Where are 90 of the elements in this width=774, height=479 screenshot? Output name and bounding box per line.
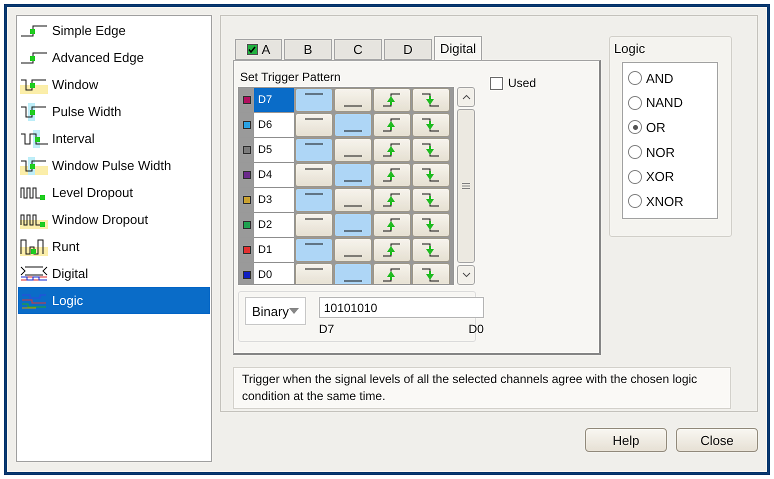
trigger-type-item[interactable]: Pulse Width [18, 98, 210, 125]
falling-edge-button[interactable] [412, 263, 450, 284]
channel-tab[interactable]: Digital [434, 36, 482, 60]
channel-name-cell[interactable]: D1 [254, 238, 294, 262]
logic-radio-option[interactable]: OR [628, 115, 717, 140]
falling-edge-icon [420, 217, 442, 233]
msb-label: D7 [318, 322, 334, 336]
channel-name-cell[interactable]: D4 [254, 163, 294, 187]
rising-edge-icon [381, 167, 403, 183]
chevron-up-icon [462, 94, 470, 100]
logic-radio-option[interactable]: NAND [628, 90, 717, 116]
falling-edge-icon [420, 192, 442, 208]
trigger-type-item[interactable]: Simple Edge [18, 17, 210, 44]
scroll-up-button[interactable] [457, 87, 475, 107]
falling-edge-icon [420, 142, 442, 158]
trigger-type-item[interactable]: Interval [18, 125, 210, 152]
channel-tab[interactable]: C [334, 39, 382, 60]
channel-name-cell[interactable]: D5 [254, 138, 294, 162]
rising-edge-icon [381, 217, 403, 233]
tab-checkbox[interactable] [246, 44, 258, 55]
falling-edge-button[interactable] [412, 138, 450, 162]
description-text: Trigger when the signal levels of all the selected channels agree with the chosen logic condition at the same time. [233, 367, 731, 409]
waveform-icon [20, 102, 48, 120]
rising-edge-icon [381, 142, 403, 158]
scroll-down-button[interactable] [457, 265, 475, 285]
trigger-type-item[interactable]: Window Pulse Width [18, 152, 210, 179]
chevron-down-icon [462, 272, 470, 278]
rising-edge-button[interactable] [373, 88, 411, 112]
channel-name-cell[interactable]: D0 [254, 263, 294, 284]
rising-edge-icon [381, 117, 403, 133]
falling-edge-button[interactable] [412, 188, 450, 212]
falling-edge-button[interactable] [412, 163, 450, 187]
group-title: Set Trigger Pattern [239, 69, 342, 86]
trigger-type-item[interactable]: Advanced Edge [18, 44, 210, 71]
used-checkbox[interactable]: Used [490, 75, 536, 91]
trigger-type-item[interactable]: Window Dropout [18, 206, 210, 233]
trigger-type-item[interactable]: Digital [18, 260, 210, 287]
rising-edge-icon [381, 92, 403, 108]
channel-name-cell[interactable]: D2 [254, 213, 294, 237]
channel-tab[interactable]: D [384, 39, 432, 60]
falling-edge-icon [420, 242, 442, 258]
trigger-type-item[interactable]: Runt [18, 233, 210, 260]
channel-name-cell[interactable]: D6 [254, 113, 294, 137]
checkbox-square [490, 76, 503, 90]
trigger-type-item[interactable]: Window [18, 71, 210, 98]
falling-edge-button[interactable] [412, 113, 450, 137]
rising-edge-button[interactable] [373, 213, 411, 237]
format-dropdown[interactable]: Binary [245, 297, 306, 325]
dialog-button[interactable]: Help [585, 428, 667, 452]
falling-edge-button[interactable] [412, 88, 450, 112]
pattern-value-field[interactable]: 10101010 [318, 297, 484, 318]
dropdown-arrow-icon [288, 308, 299, 314]
checkmark-icon [248, 46, 256, 53]
rising-edge-button[interactable] [373, 163, 411, 187]
falling-edge-button[interactable] [412, 238, 450, 262]
logic-radio-option[interactable]: NOR [628, 140, 717, 164]
falling-edge-icon [420, 92, 442, 108]
rising-edge-button[interactable] [373, 113, 411, 137]
low-level-button[interactable] [334, 263, 372, 284]
waveform-icon [20, 156, 48, 174]
scrollbar-thumb[interactable] [457, 109, 475, 263]
falling-edge-button[interactable] [412, 213, 450, 237]
rising-edge-button[interactable] [373, 263, 411, 284]
logic-radio-option[interactable]: XOR [628, 164, 717, 189]
group-title: Logic [614, 40, 646, 58]
falling-edge-icon [420, 167, 442, 183]
waveform-icon [20, 238, 48, 256]
channel-tab[interactable]: B [284, 39, 332, 60]
trigger-type-item[interactable]: Level Dropout [18, 179, 210, 206]
rising-edge-icon [381, 192, 403, 208]
logic-radio-option[interactable]: AND [628, 66, 717, 91]
channel-name-cell[interactable]: D7 [254, 88, 294, 112]
channel-name-cell[interactable]: D3 [254, 188, 294, 212]
waveform-icon [20, 130, 48, 148]
waveform-icon [20, 292, 48, 310]
rising-edge-icon [381, 242, 403, 258]
grip-icon [462, 183, 470, 189]
rising-edge-icon [381, 267, 403, 283]
trigger-type-item[interactable]: Logic [18, 287, 210, 314]
rising-edge-button[interactable] [373, 238, 411, 262]
logic-radio-option[interactable]: XNOR [628, 188, 717, 214]
waveform-icon [20, 264, 48, 282]
rising-edge-button[interactable] [373, 138, 411, 162]
rising-edge-button[interactable] [373, 188, 411, 212]
channel-tab[interactable]: A [235, 39, 282, 60]
lsb-label: D0 [468, 322, 484, 336]
high-level-button[interactable] [295, 263, 333, 284]
falling-edge-icon [420, 267, 442, 283]
dialog-button[interactable]: Close [676, 428, 758, 452]
falling-edge-icon [420, 117, 442, 133]
